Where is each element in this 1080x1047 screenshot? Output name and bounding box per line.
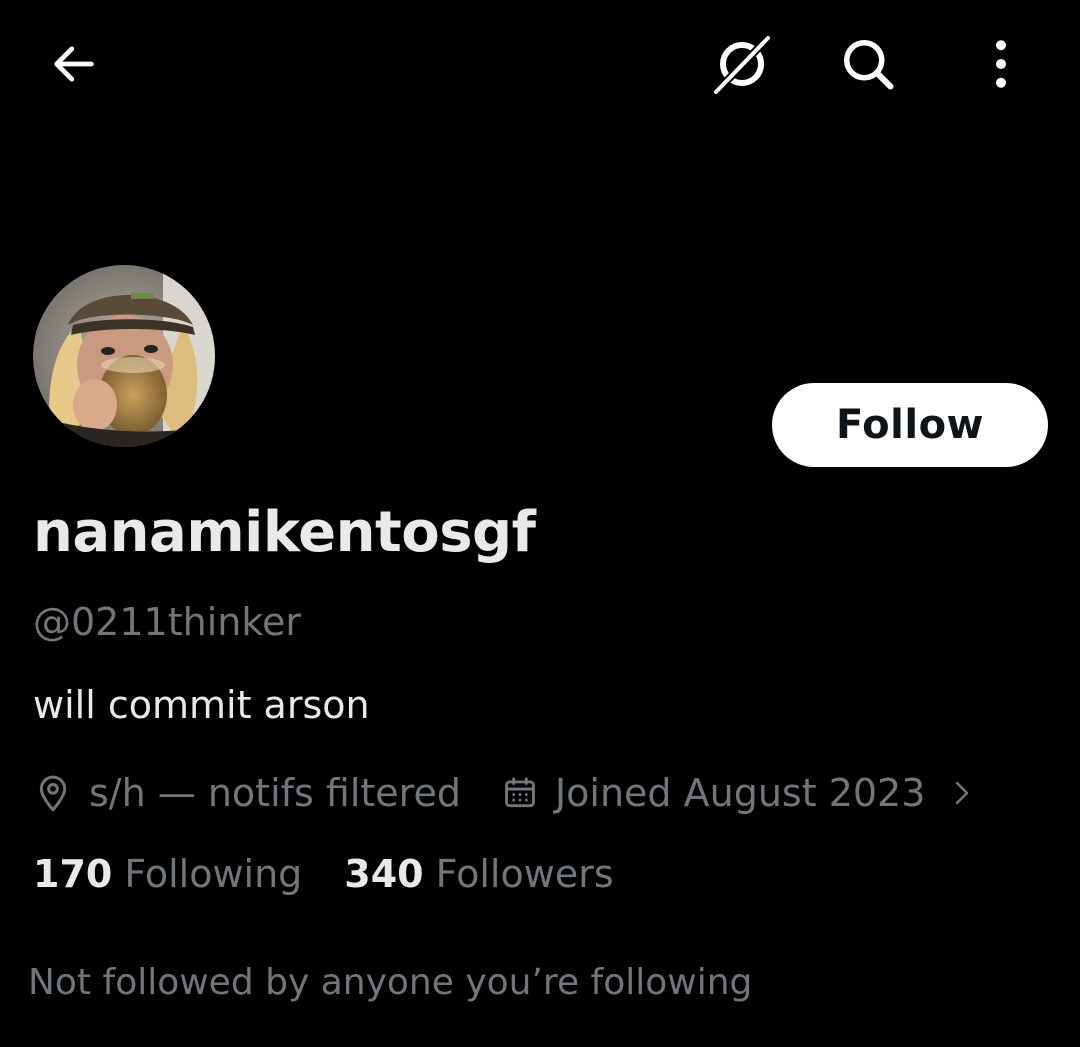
search-button[interactable] [832,28,904,100]
following-link[interactable]: 170 Following [33,852,302,896]
following-count: 170 [33,852,113,896]
followers-link[interactable]: 340 Followers [344,852,613,896]
top-bar [0,0,1080,130]
display-name: nanamikentosgf [33,500,536,565]
follow-stats: 170 Following 340 Followers [33,852,614,896]
back-button[interactable] [38,28,110,100]
grok-icon [714,36,770,94]
profile-meta: s/h — notifs filtered Joined August 2023 [33,765,1053,821]
followers-label: Followers [435,852,614,896]
followers-count: 340 [344,852,424,896]
following-label: Following [124,852,303,896]
location-icon [33,773,73,813]
more-options-button[interactable] [965,28,1037,100]
mutual-followers-note: Not followed by anyone you’re following [28,962,753,1003]
chevron-right-icon[interactable] [947,775,977,811]
user-handle: @0211thinker [33,600,301,644]
more-vertical-icon [996,40,1006,88]
joined-date-text: Joined August 2023 [554,771,926,815]
grok-button[interactable] [706,28,778,100]
avatar[interactable] [33,265,215,447]
search-icon [844,40,894,90]
avatar-image [33,265,215,447]
follow-button[interactable]: Follow [772,383,1048,467]
location-text: s/h — notifs filtered [89,771,461,815]
calendar-icon [501,774,539,812]
arrow-left-icon [54,46,94,82]
profile-bio: will commit arson [33,683,370,727]
